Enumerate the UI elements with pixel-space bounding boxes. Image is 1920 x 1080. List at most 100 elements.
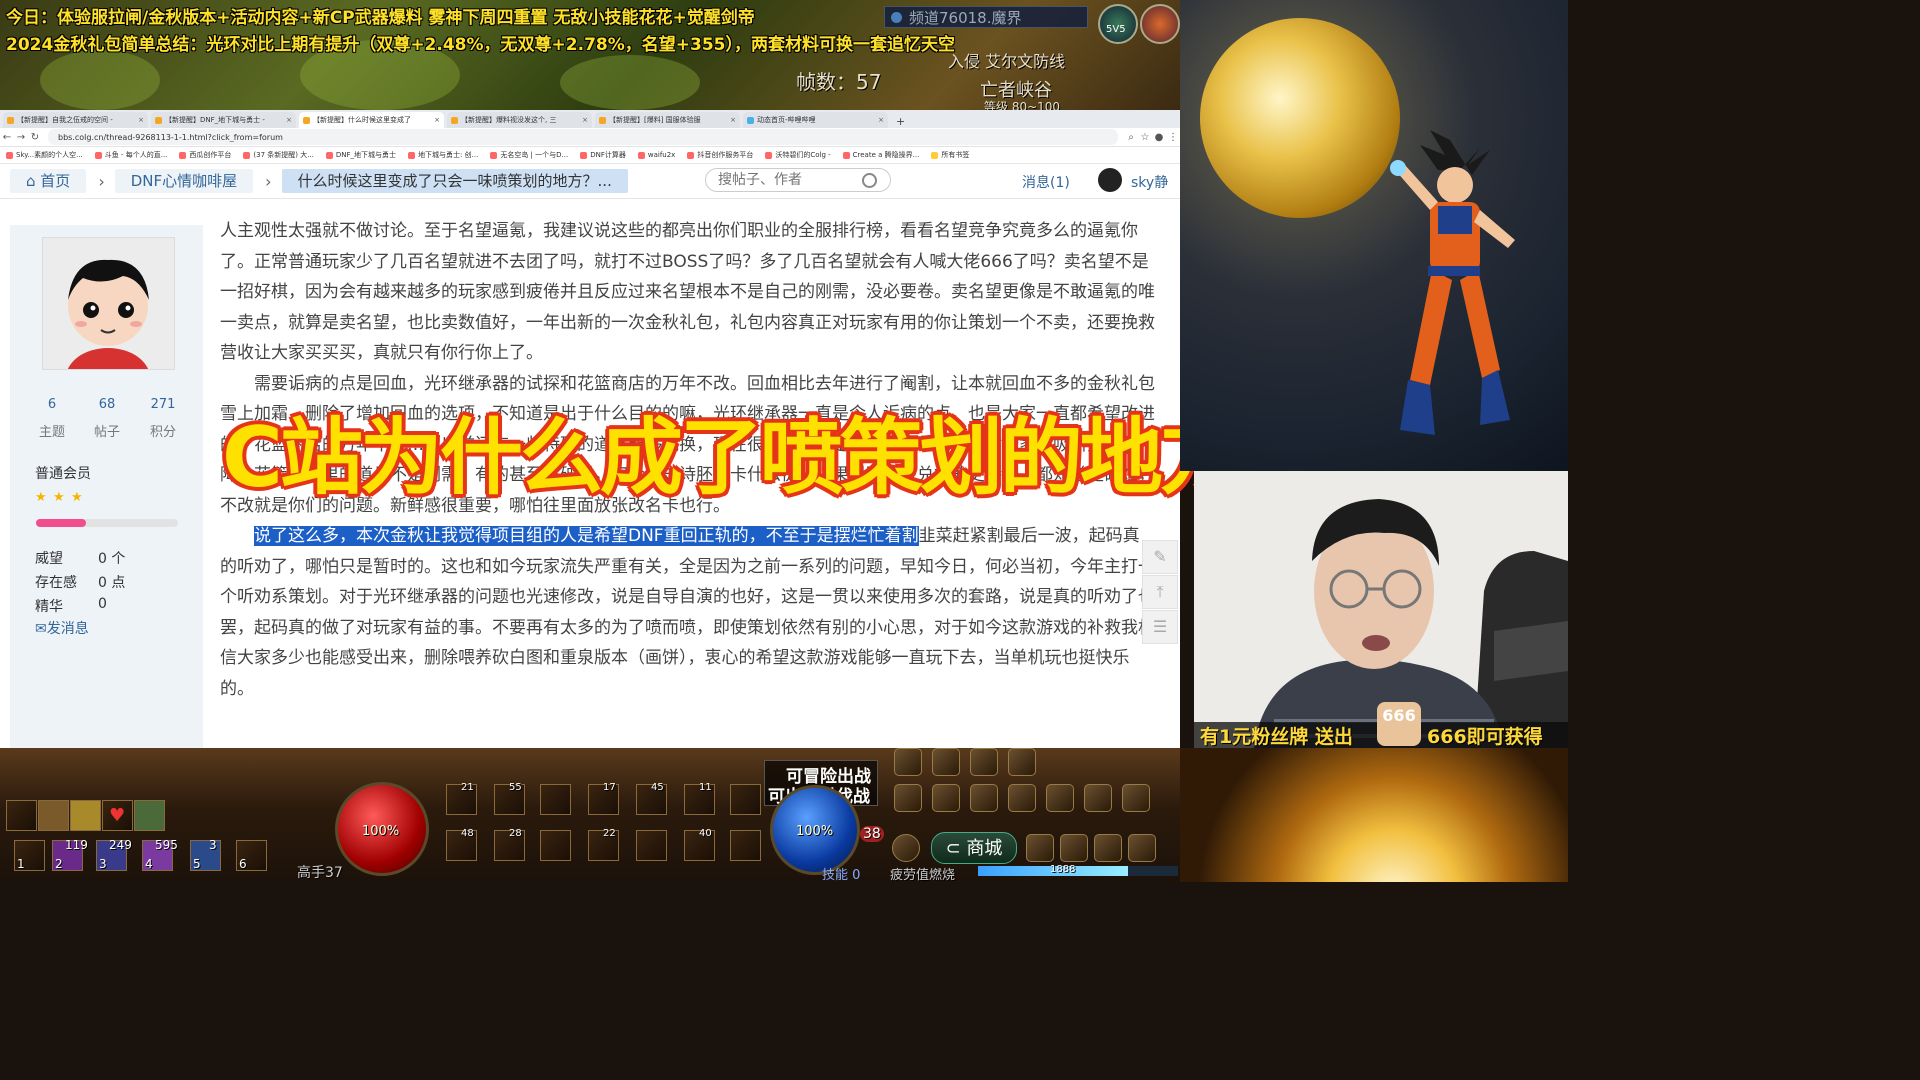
browser-tab[interactable]: 【新提醒】DNF_地下城与勇士 - × <box>151 112 296 128</box>
skill-slot[interactable] <box>730 784 761 815</box>
quick-slot[interactable]: 595 4 <box>142 838 178 871</box>
close-icon[interactable]: × <box>878 116 884 124</box>
character-icon[interactable] <box>1046 784 1074 812</box>
selected-text[interactable]: 说了这么多，本次金秋让我觉得项目组的人是希望DNF重回正轨的，不至于是摆烂忙着割 <box>254 526 919 546</box>
comment-icon[interactable]: ✎ <box>1142 540 1178 574</box>
inventory-icon[interactable] <box>932 784 960 812</box>
bookmark-item[interactable]: Sky...素颜的个人空... <box>6 150 83 160</box>
skill-slot[interactable]: 45 <box>636 782 667 815</box>
user-avatar[interactable] <box>1098 168 1122 192</box>
quest-icon[interactable] <box>970 748 998 776</box>
skill-slot[interactable] <box>636 830 667 861</box>
bookmark-item[interactable]: 西瓜创作平台 <box>179 150 231 160</box>
bookmark-favicon-icon <box>6 151 13 159</box>
skill-slot[interactable]: 17 <box>588 782 619 815</box>
menu-slot[interactable] <box>70 800 101 831</box>
guild-icon[interactable] <box>1008 784 1036 812</box>
profile-icon[interactable]: ● <box>1152 132 1166 143</box>
chest-icon[interactable] <box>932 748 960 776</box>
forward-icon[interactable]: → <box>14 132 28 143</box>
quick-slot[interactable]: 249 3 <box>96 838 132 871</box>
reload-icon[interactable]: ↻ <box>28 132 42 143</box>
author-avatar[interactable] <box>42 237 175 370</box>
menu-slot[interactable] <box>6 800 37 831</box>
search-icon[interactable] <box>862 173 877 188</box>
bookmark-item[interactable]: DNF计算器 <box>580 150 626 160</box>
points-count[interactable]: 271 <box>138 397 188 412</box>
list-icon[interactable]: ☰ <box>1142 610 1178 644</box>
url-input[interactable] <box>48 129 1118 145</box>
menu-slot[interactable] <box>38 800 69 831</box>
pvp-icon[interactable]: 5V5 <box>1098 4 1138 44</box>
bookmark-item[interactable]: 地下城与勇士: 创... <box>408 150 478 160</box>
close-icon[interactable]: × <box>434 116 440 124</box>
all-bookmarks-folder[interactable]: 所有书签 <box>931 150 969 160</box>
heart-icon[interactable]: ♥ <box>102 800 133 831</box>
level-progress-bar <box>36 519 178 527</box>
browser-tab-active[interactable]: 【新提醒】什么时候这里变成了 × <box>299 112 444 128</box>
system-icon[interactable] <box>1128 834 1156 862</box>
breadcrumb-home[interactable]: ⌂ 首页 <box>10 169 87 193</box>
skill-slot[interactable]: 48 <box>446 828 477 861</box>
browser-tab[interactable]: 动态首页-哔哩哔哩 × <box>743 112 888 128</box>
bookmark-item[interactable]: waifu2x <box>637 151 675 159</box>
skill-slot[interactable] <box>540 830 571 861</box>
settings-icon[interactable] <box>1008 748 1036 776</box>
channel-icon <box>891 12 902 23</box>
bookmark-item[interactable]: 沃特碧们的Colg - <box>765 150 831 160</box>
bell-icon[interactable] <box>892 834 920 862</box>
close-icon[interactable]: × <box>582 116 588 124</box>
posts-count[interactable]: 68 <box>82 397 132 412</box>
breadcrumb-board[interactable]: DNF心情咖啡屋 <box>114 169 254 193</box>
skill-slot[interactable]: 22 <box>588 828 619 861</box>
mail-icon[interactable] <box>894 784 922 812</box>
member-group[interactable]: 普通会员 <box>35 463 91 483</box>
skill-slot[interactable] <box>730 830 761 861</box>
topics-count[interactable]: 6 <box>27 397 77 412</box>
bookmark-item[interactable]: DNF_地下城与勇士 <box>325 150 396 160</box>
quick-slot[interactable]: 1 <box>14 840 45 871</box>
quick-slot[interactable]: 35 <box>190 838 221 871</box>
skill-slot[interactable]: 21 <box>446 782 477 815</box>
username-link[interactable]: sky静 <box>1131 172 1168 192</box>
bookmark-item[interactable]: Create a 腾隐操界... <box>842 150 919 160</box>
scroll-icon[interactable] <box>1084 784 1112 812</box>
shop-button[interactable]: ⊂ 商城 <box>931 832 1017 864</box>
party-icon[interactable] <box>1060 834 1088 862</box>
grid-menu-icon[interactable] <box>1026 834 1054 862</box>
close-icon[interactable]: × <box>286 116 292 124</box>
bookmark-item[interactable]: (37 条新提醒) 大... <box>243 150 314 160</box>
quick-slot[interactable]: 6 <box>236 840 267 871</box>
event-icon[interactable] <box>1140 4 1180 44</box>
close-icon[interactable]: × <box>138 116 144 124</box>
skill-slot[interactable]: 40 <box>684 828 715 861</box>
skill-slot[interactable]: 11 <box>684 782 715 815</box>
bookmark-item[interactable]: 斗鱼 - 每个人的直... <box>94 150 167 160</box>
close-icon[interactable]: × <box>730 116 736 124</box>
skill-slot[interactable]: 28 <box>494 828 525 861</box>
bookmark-star-icon[interactable]: ☆ <box>1138 132 1152 143</box>
messages-link[interactable]: 消息(1) <box>1022 172 1070 192</box>
send-message-link[interactable]: ✉发消息 <box>35 618 89 638</box>
achievement-icon[interactable] <box>970 784 998 812</box>
channel-display[interactable]: 频道76018.魔界 <box>884 6 1088 28</box>
house-icon[interactable] <box>894 748 922 776</box>
menu-slot[interactable] <box>134 800 165 831</box>
new-tab-button[interactable]: + <box>896 115 905 128</box>
back-icon[interactable]: ← <box>0 132 14 143</box>
skill-slot[interactable] <box>540 784 571 815</box>
gift-icon[interactable] <box>1122 784 1150 812</box>
breadcrumb-thread[interactable]: 什么时候这里变成了只会一味喷策划的地方？... <box>281 169 628 193</box>
quick-slot[interactable]: 119 2 <box>52 838 88 871</box>
bookmark-item[interactable]: 抖音创作服务平台 <box>687 150 753 160</box>
menu-icon[interactable]: ⋮ <box>1166 132 1180 143</box>
bookmark-item[interactable]: 无名空岛 | 一个与D... <box>490 150 568 160</box>
browser-tab[interactable]: 【新提醒】自我之伍戒的空间 - × <box>3 112 148 128</box>
browser-tab[interactable]: 【新提醒】[爆料] 国服体验服 × <box>595 112 740 128</box>
back-to-top-icon[interactable]: ⤒ <box>1142 575 1178 609</box>
skill-slot[interactable]: 55 <box>494 782 525 815</box>
browser-tab[interactable]: 【新提醒】爆料视没发这个, 三 × <box>447 112 592 128</box>
ranking-icon[interactable] <box>1094 834 1122 862</box>
mp-percent: 100% <box>796 824 834 839</box>
zoom-icon[interactable]: ⌕ <box>1124 132 1138 143</box>
